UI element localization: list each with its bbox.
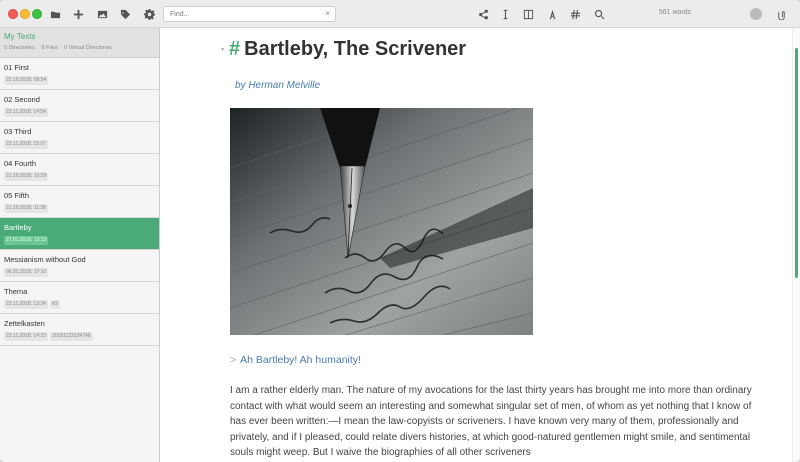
virtual-directory-count: 0 Virtual Directories [64,45,113,51]
search-placeholder: Find... [170,11,190,18]
file-item[interactable]: 04 Fourth 21.10.2018, 16:29 [0,154,159,186]
author-line: by Herman Melville [235,80,321,91]
file-meta: 23.11.2018, 15:07 [4,140,155,149]
file-meta: 27.01.2019, 13:13 [4,236,155,245]
gear-icon[interactable] [142,7,156,21]
file-date: 06.02.2019, 17:10 [4,268,49,277]
file-name: 05 Fifth [4,191,30,200]
file-meta: 23.11.2018, 14:23 20181123124746 [4,332,155,341]
file-name: 01 First [4,63,30,72]
app-window: Find... × 561 words My Texts 0 Directori… [0,0,800,462]
heading-marker: # [229,38,241,60]
file-date: 23.11.2018, 15:07 [4,140,48,149]
document-heading: # Bartleby, The Scrivener [229,36,466,62]
quote-marker: > [230,354,237,366]
directory-title: My Texts [4,32,36,41]
folder-icon[interactable] [48,7,62,21]
minimize-window-button[interactable] [20,9,30,19]
file-item[interactable]: 02 Second 23.11.2018, 14:54 [0,90,159,122]
clear-search-icon[interactable]: × [325,9,330,18]
file-name: Zettelkasten [4,319,45,328]
body-paragraph: I am a rather elderly man. The nature of… [230,385,752,458]
close-window-button[interactable] [8,9,18,19]
file-date: 27.01.2019, 13:13 [4,236,49,245]
directory-count: 0 Directories [4,45,35,51]
image-icon[interactable] [95,7,109,21]
blockquote: > Ah Bartleby! Ah humanity! [230,354,361,366]
file-date: 23.11.2018, 13:34 [4,300,48,309]
file-name: 03 Third [4,127,32,136]
file-count: 9 Files [41,45,58,51]
heading-text: Bartleby, The Scrivener [244,38,467,60]
file-list: 01 First 22.10.2018, 08:54 02 Second 23.11.… [0,58,159,346]
file-name: 02 Second [4,95,40,104]
editor-scrollbar[interactable] [792,28,800,462]
magnifier-icon[interactable] [592,7,606,21]
column-icon[interactable] [521,7,535,21]
file-date: 21.10.2018, 11:38 [4,204,48,213]
file-tag[interactable]: 20181123124746 [49,332,93,341]
file-item[interactable]: Zettelkasten 23.11.2018, 14:23 20181123124… [0,314,159,346]
toolbar: Find... × 561 words [0,0,800,28]
file-item[interactable]: Thema 23.11.2018, 13:34 #3 [0,282,159,314]
file-date: 21.10.2018, 16:29 [4,172,49,181]
file-name: 04 Fourth [4,159,37,168]
file-tag[interactable]: #3 [49,300,60,309]
word-count: 561 words [658,9,692,16]
editor[interactable]: ▾ # Bartleby, The Scrivener by Herman Mel… [161,28,792,462]
file-meta: 23.11.2018, 13:34 #3 [4,300,155,309]
share-icon[interactable] [476,7,490,21]
file-meta: 21.10.2018, 11:38 [4,204,155,213]
file-name: Messianism without God [4,255,86,264]
file-sidebar: My Texts 0 Directories 9 Files 0 Virtual… [0,28,160,462]
zoom-window-button[interactable] [32,9,42,19]
file-meta: 21.10.2018, 16:29 [4,172,155,181]
tag-icon[interactable] [118,7,132,21]
file-name: Bartleby [4,223,32,232]
text-cursor-icon[interactable] [498,7,512,21]
directory-stats: 0 Directories 9 Files 0 Virtual Director… [4,45,155,51]
fold-toggle-icon[interactable]: ▾ [221,46,224,53]
file-date: 23.11.2018, 14:23 [4,332,48,341]
fountain-pen-illustration [230,108,533,335]
search-input[interactable]: Find... × [163,6,336,22]
file-name: Thema [4,287,28,296]
paperclip-icon[interactable] [774,7,788,21]
file-item[interactable]: Messianism without God 06.02.2019, 17:10 [0,250,159,282]
hash-icon[interactable] [568,7,582,21]
quote-text: Ah Bartleby! Ah humanity! [240,354,361,366]
file-item[interactable]: 01 First 22.10.2018, 08:54 [0,58,159,90]
file-meta: 06.02.2019, 17:10 [4,268,155,277]
file-item[interactable]: Bartleby 27.01.2019, 13:13 [0,218,159,250]
file-item[interactable]: 03 Third 23.11.2018, 15:07 [0,122,159,154]
directory-header[interactable]: My Texts 0 Directories 9 Files 0 Virtual… [0,28,159,58]
file-date: 22.10.2018, 08:54 [4,76,49,85]
scrollbar-thumb[interactable] [795,48,798,278]
font-icon[interactable] [545,7,559,21]
file-date: 23.11.2018, 14:54 [4,108,48,117]
fountain-pen-image [230,108,533,335]
toggle-sidebar-button[interactable] [750,8,762,20]
file-meta: 23.11.2018, 14:54 [4,108,155,117]
file-item[interactable]: 05 Fifth 21.10.2018, 11:38 [0,186,159,218]
plus-icon[interactable] [71,7,85,21]
file-meta: 22.10.2018, 08:54 [4,76,155,85]
